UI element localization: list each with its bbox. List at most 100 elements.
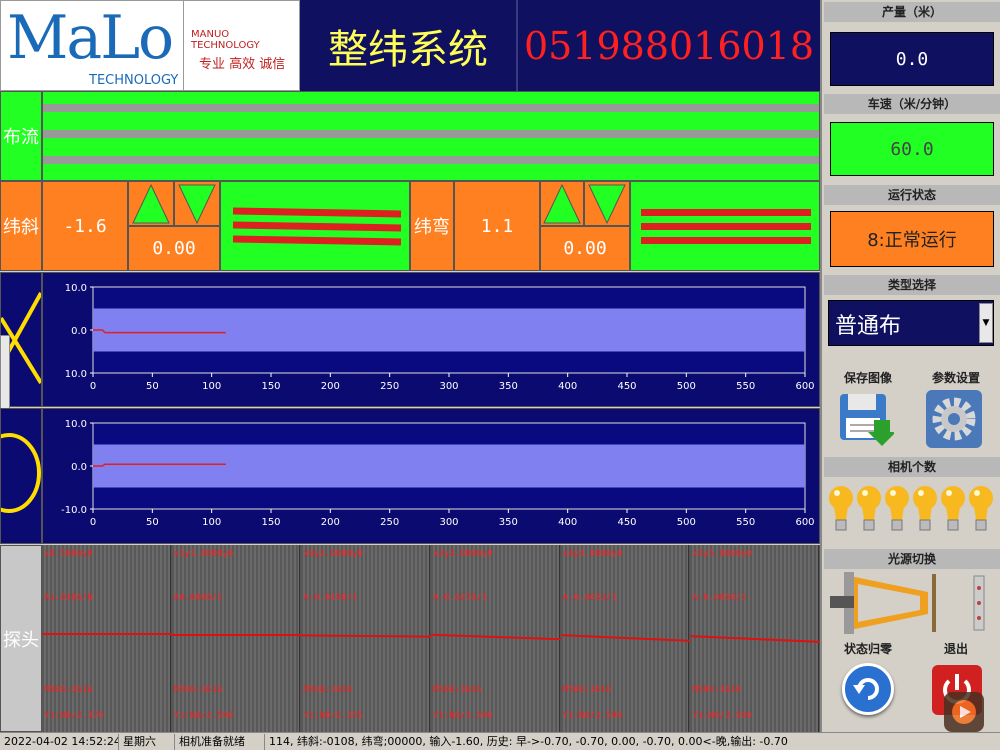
triangle-down-icon: [178, 184, 216, 224]
camera-info-top: x1y1.0000y0: [173, 549, 234, 559]
triangle-up-icon: [132, 183, 170, 223]
x-tick-label: 600: [795, 517, 814, 528]
logo-sub-text: TECHNOLOGY: [89, 73, 179, 88]
status-log: 114, 纬斜:-0108, 纬弯;00000, 输入-1.60, 历史: 早-…: [264, 734, 1000, 750]
skew-chart: 10.0 0.0 10.0 0 50 100 150 200 250 300 350 400 450 50…: [42, 272, 820, 407]
camera-image-tile: x0.5000y0 A1.0386/N M500:3616 Y1:N0/2.370: [42, 545, 172, 732]
speed-value: 60.0: [830, 122, 994, 176]
camera-image-tile: x0y2.0000y0 A-0.0198/1 M500:3616 Y1:N0/2.35…: [301, 545, 431, 732]
skew-up-button[interactable]: [128, 181, 174, 226]
camera-info-y: Y1:N0/2.370: [44, 711, 104, 721]
light-switch-button[interactable]: [828, 570, 996, 636]
dropdown-arrow-icon[interactable]: ▼: [979, 303, 993, 343]
overlay-app-icon[interactable]: [944, 692, 984, 732]
light-source-icon: [830, 572, 985, 634]
side-tab[interactable]: [0, 335, 10, 411]
bow-indicator: [630, 181, 820, 271]
gear-icon: [932, 397, 976, 441]
flow-line: [43, 130, 819, 138]
right-panel: 产量（米） 0.0 车速（米/分钟） 60.0 运行状态 8:正常运行 类型选择…: [820, 0, 1000, 732]
light-bulb-icon[interactable]: [940, 480, 966, 536]
x-tick-label: 500: [677, 517, 696, 528]
camera-info-y: Y1:N0/3.590: [562, 711, 623, 721]
x-tick-label: 100: [202, 517, 221, 528]
main-window: { "header": { "logo_main": "MaLo", "logo…: [0, 0, 1000, 750]
output-value: 0.0: [830, 32, 994, 86]
company-logo: MaLo TECHNOLOGY MANUO TECHNOLOGY 专业 高效 诚…: [0, 0, 300, 92]
system-title: 整纬系统: [300, 0, 516, 91]
settings-button[interactable]: [926, 390, 982, 448]
bow-label: 纬弯: [410, 181, 454, 271]
weft-detect-line: [431, 633, 561, 641]
camera-info-y: Y1:N0/3.590: [692, 711, 752, 721]
camera-info-a: A-0.0198/1: [303, 593, 358, 603]
camera-info-m: M500:3616: [173, 685, 223, 695]
x-tick-label: 350: [499, 381, 518, 392]
x-tick-label: 600: [795, 381, 814, 392]
camera-images: x0.5000y0 A1.0386/N M500:3616 Y1:N0/2.370 x1…: [42, 545, 820, 732]
camera-info-m: M500:3616: [692, 685, 742, 695]
type-select[interactable]: 普通布 ▼: [828, 300, 994, 346]
x-tick-label: 150: [261, 381, 280, 392]
camera-info-m: M500:3616: [303, 685, 353, 695]
skew-line: [232, 235, 402, 246]
skew-line: [232, 221, 402, 232]
save-image-button[interactable]: [838, 390, 896, 448]
x-tick-label: 400: [558, 517, 577, 528]
x-tick-label: 350: [499, 517, 518, 528]
camera-info-top: x4y4.0000y0: [562, 549, 623, 559]
light-switch-label: 光源切换: [824, 549, 1000, 569]
flow-line: [43, 156, 819, 164]
weft-detect-line: [42, 633, 172, 635]
camera-count-bulbs[interactable]: [828, 480, 998, 538]
x-tick-label: 300: [439, 517, 458, 528]
camera-info-a: A0.0000/1: [173, 593, 223, 603]
reset-label: 状态归零: [824, 639, 912, 659]
camera-image-tile: x5y5.0000y0 A-0.0050/1 M500:3616 Y1:N0/3.59…: [690, 545, 820, 732]
skew-chart-plot: 10.00.010.00 50 100 150 200 250 300 350 400 450 50…: [65, 283, 815, 392]
settings-label: 参数设置: [912, 368, 1000, 388]
camera-info-top: x0y2.0000y0: [303, 549, 363, 559]
reset-button[interactable]: [842, 663, 894, 715]
bow-diagram: [0, 408, 42, 544]
bow-diagram-icon: [1, 433, 41, 513]
x-tick-label: 550: [736, 517, 755, 528]
skew-down-button[interactable]: [174, 181, 220, 226]
light-bulb-icon[interactable]: [828, 480, 854, 536]
bow-line: [641, 223, 811, 230]
bow-chart-plot: 10.0 0.0 -10.00 50 100 150 200 250 300 350 400 450 5…: [61, 419, 814, 528]
bow-down-button[interactable]: [584, 181, 630, 226]
light-bulb-icon[interactable]: [884, 480, 910, 536]
skew-indicator: [220, 181, 410, 271]
light-bulb-icon[interactable]: [856, 480, 882, 536]
light-bulb-icon[interactable]: [968, 480, 994, 536]
triangle-up-icon: [543, 183, 581, 223]
skew-label: 纬斜: [0, 181, 42, 271]
camera-info-top: x5y5.0000y0: [692, 549, 752, 559]
bow-up-button[interactable]: [540, 181, 584, 226]
x-tick-label: 200: [321, 381, 340, 392]
x-tick-label: 450: [617, 517, 636, 528]
light-bulb-icon[interactable]: [912, 480, 938, 536]
x-tick-label: 0: [90, 381, 96, 392]
weft-detect-line: [171, 634, 302, 636]
output-label: 产量（米）: [824, 2, 1000, 22]
skew-line: [232, 207, 402, 218]
camera-info-y: Y1:N0/3.590: [433, 711, 493, 721]
camera-count-label: 相机个数: [824, 457, 1000, 477]
camera-info-a: A-0.0050/1: [692, 593, 747, 603]
camera-info-y: Y1:N0/2.355: [303, 711, 363, 721]
camera-info-m: M500:3616: [562, 685, 612, 695]
status-label: 运行状态: [824, 185, 1000, 205]
logo-slogan: 专业 高效 诚信: [199, 57, 286, 72]
x-tick-label: 400: [558, 381, 577, 392]
y-tick-label: -10.0: [61, 505, 87, 516]
x-tick-label: 450: [617, 381, 636, 392]
camera-info-y: Y1:N0/2.590: [173, 711, 234, 721]
x-tick-label: 150: [261, 517, 280, 528]
x-tick-label: 500: [677, 381, 696, 392]
bow-value: 1.1: [454, 181, 540, 271]
camera-info-top: x3y3.0000y0: [433, 549, 493, 559]
x-tick-label: 300: [439, 381, 458, 392]
status-camera: 相机准备就绪: [174, 734, 264, 750]
